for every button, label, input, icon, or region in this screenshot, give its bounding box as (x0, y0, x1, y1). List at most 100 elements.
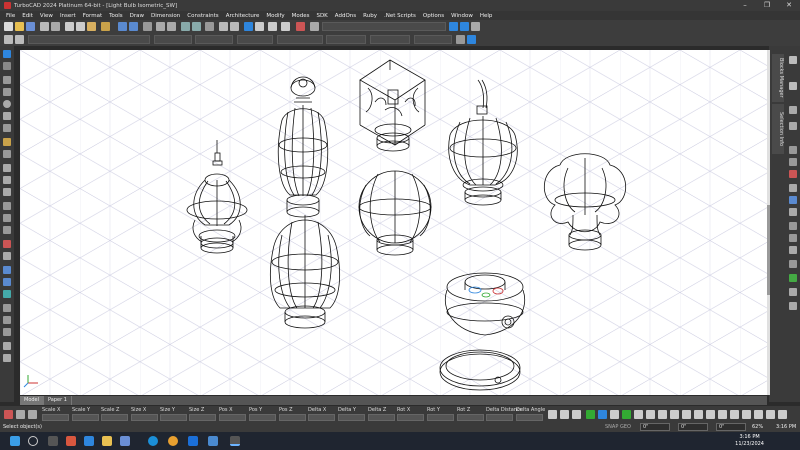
measure-tool-icon[interactable] (3, 342, 11, 350)
properties-icon[interactable] (281, 22, 290, 31)
file-explorer-icon[interactable] (102, 436, 112, 446)
menu-view[interactable]: View (40, 13, 53, 19)
right-tool-icon-4[interactable] (789, 122, 797, 130)
polyline-tool-icon[interactable] (3, 88, 11, 96)
snap-icon-18[interactable] (754, 410, 763, 419)
copy-icon[interactable] (76, 22, 85, 31)
snap-grid-icon[interactable] (244, 22, 253, 31)
field-scale-z[interactable] (101, 414, 128, 421)
tab-model[interactable]: Model (20, 396, 45, 405)
search-icon[interactable] (28, 436, 38, 446)
boolean-tool-icon[interactable] (3, 328, 11, 336)
menu-options[interactable]: Options (423, 13, 444, 19)
menu-tools[interactable]: Tools (109, 13, 123, 19)
turbocad-running-icon[interactable] (230, 436, 240, 446)
snap-icon-20[interactable] (778, 410, 787, 419)
close-button[interactable]: ✕ (778, 0, 800, 11)
field-delta-x[interactable] (308, 414, 335, 421)
material-dropdown[interactable] (370, 35, 410, 44)
field-scale-y[interactable] (72, 414, 99, 421)
workplane-icon[interactable] (310, 22, 319, 31)
field-delta-y[interactable] (338, 414, 365, 421)
line-tool-icon[interactable] (3, 76, 11, 84)
tab-paper-1[interactable]: Paper 1 (44, 396, 72, 405)
extrude-tool-icon[interactable] (3, 304, 11, 312)
selector-icon[interactable] (467, 35, 476, 44)
snap-icon-14[interactable] (706, 410, 715, 419)
snap-icon-8[interactable] (634, 410, 643, 419)
coord-lock-icon[interactable] (16, 410, 25, 419)
status-field-2[interactable]: 0" (678, 423, 708, 431)
menu-help[interactable]: Help (480, 13, 493, 19)
right-tool-icon-3[interactable] (789, 106, 797, 114)
open-folder-icon[interactable] (15, 22, 24, 31)
3d-box-tool-icon[interactable] (3, 266, 11, 274)
point-tool-icon[interactable] (3, 62, 11, 70)
field-pos-x[interactable] (219, 414, 246, 421)
arc-tool-icon[interactable] (3, 112, 11, 120)
select-icon[interactable] (449, 22, 458, 31)
property-icon[interactable] (456, 35, 465, 44)
field-pos-z[interactable] (279, 414, 306, 421)
right-tool-icon-11[interactable] (789, 222, 797, 230)
hatch-tool-icon[interactable] (3, 240, 11, 248)
extend-tool-icon[interactable] (3, 214, 11, 222)
right-tool-icon-9[interactable] (789, 196, 797, 204)
status-field-1[interactable]: 0" (640, 423, 670, 431)
right-tool-icon-7[interactable] (789, 170, 797, 178)
print-icon[interactable] (40, 22, 49, 31)
info-icon[interactable] (471, 22, 480, 31)
menu-architecture[interactable]: Architecture (226, 13, 260, 19)
tab-selection-info[interactable]: Selection Info (772, 104, 784, 154)
render-icon[interactable] (296, 22, 305, 31)
right-tool-icon-1[interactable] (789, 56, 797, 64)
snap-icon-1[interactable] (548, 410, 557, 419)
drawing-canvas[interactable] (20, 50, 767, 395)
right-tool-icon-6[interactable] (789, 158, 797, 166)
maximize-button[interactable]: ❐ (756, 0, 778, 11)
right-tool-icon-5[interactable] (789, 146, 797, 154)
menu-dimension[interactable]: Dimension (151, 13, 180, 19)
redraw-icon[interactable] (219, 22, 228, 31)
menu-file[interactable]: File (6, 13, 15, 19)
menu-insert[interactable]: Insert (60, 13, 76, 19)
snap-icon-13[interactable] (694, 410, 703, 419)
move-tool-icon[interactable] (3, 164, 11, 172)
word-icon[interactable] (208, 436, 218, 446)
snap-icon-19[interactable] (766, 410, 775, 419)
snap-icon-4[interactable] (586, 410, 595, 419)
menu-edit[interactable]: Edit (22, 13, 33, 19)
fillet-tool-icon[interactable] (3, 226, 11, 234)
print-preview-icon[interactable] (51, 22, 60, 31)
store-icon[interactable] (120, 436, 130, 446)
right-tool-icon-12[interactable] (789, 234, 797, 242)
menu-modify[interactable]: Modify (266, 13, 284, 19)
scale-dropdown[interactable] (326, 35, 366, 44)
save-icon[interactable] (26, 22, 35, 31)
windows-icon[interactable] (10, 436, 20, 446)
tab-blocks-manager[interactable]: Blocks Manager (772, 54, 784, 102)
3d-cylinder-tool-icon[interactable] (3, 278, 11, 286)
field-rot-z[interactable] (457, 414, 484, 421)
field-size-z[interactable] (189, 414, 216, 421)
snap-icon-2[interactable] (560, 410, 569, 419)
cut-icon[interactable] (65, 22, 74, 31)
zoom-extents-icon[interactable] (192, 22, 201, 31)
camera-tool-icon[interactable] (3, 354, 11, 362)
ortho-icon[interactable] (255, 22, 264, 31)
field-delta-z[interactable] (368, 414, 395, 421)
field-scale-x[interactable] (42, 414, 69, 421)
snap-icon-10[interactable] (658, 410, 667, 419)
menu-ruby[interactable]: Ruby (363, 13, 377, 19)
brush-dropdown[interactable] (237, 35, 273, 44)
3d-sphere-tool-icon[interactable] (3, 290, 11, 298)
layer-manager-icon[interactable] (15, 35, 24, 44)
curve-tool-icon[interactable] (3, 124, 11, 132)
snap-icon-12[interactable] (682, 410, 691, 419)
trim-tool-icon[interactable] (3, 202, 11, 210)
coord-reset-icon[interactable] (28, 410, 37, 419)
layer-dropdown[interactable] (322, 22, 446, 31)
block-tool-icon[interactable] (3, 252, 11, 260)
settings-icon[interactable] (4, 35, 13, 44)
field-size-x[interactable] (131, 414, 158, 421)
